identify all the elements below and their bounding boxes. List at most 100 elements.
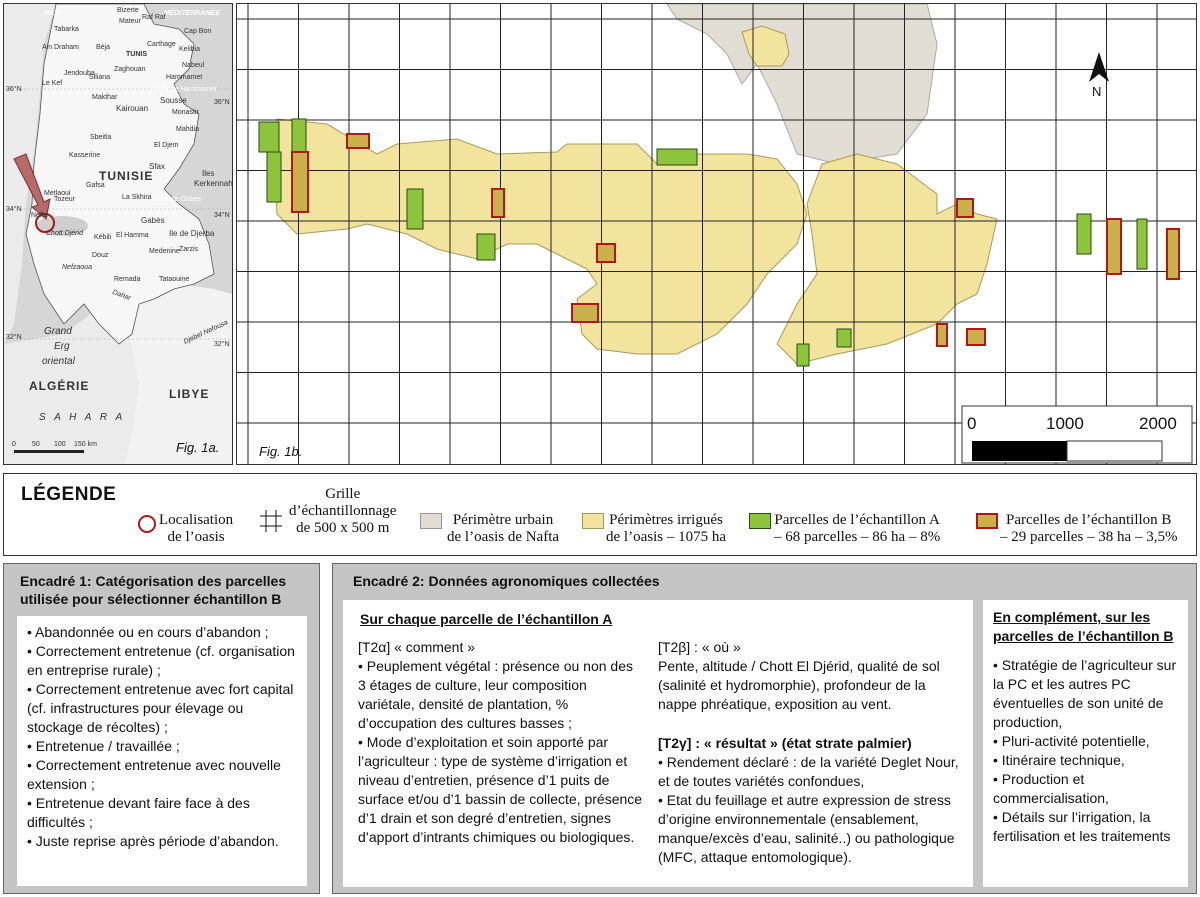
country-label: TUNISIE <box>99 169 154 183</box>
city-label: Medenine <box>149 248 180 255</box>
city-label: Nefta <box>31 212 48 219</box>
algeria-label: ALGÉRIE <box>29 379 90 393</box>
city-label: Siliana <box>89 74 111 81</box>
urban-perimeter <box>666 4 938 165</box>
legend-urban-line2: de l’oasis de Nafta <box>447 529 560 545</box>
t2a-item: • Mode d’exploitation et soin apporté pa… <box>358 734 643 845</box>
locator-scale-100: 100 <box>54 441 66 448</box>
gulf-gabes-label: Golfe de Gabès <box>152 196 202 203</box>
erg-label-1: Grand <box>44 326 72 337</box>
legend-irrigated-line2: de l’oasis – 1075 ha <box>606 529 726 545</box>
legend-sample-b-line2: – 29 parcelles – 38 ha – 3,5% <box>1000 529 1178 545</box>
legend-grid: Grille d’échantillonnage de 500 x 500 m <box>289 486 396 537</box>
locator-text-layer: MER MÉDITERRANÉE Bizerte Raf Raf Mateur … <box>4 4 233 464</box>
nefzaoua-label: Nefzaoua <box>62 264 92 271</box>
legend-sample-a: Parcelles de l’échantillon A – 68 parcel… <box>774 512 940 546</box>
erg-label-2: Erg <box>54 341 70 352</box>
sample-b-parcel <box>491 188 505 218</box>
t2g-item: • Rendement déclaré : de la variété Degl… <box>658 754 959 789</box>
box-2-sample-a: Sur chaque parcelle de l’échantillon A [… <box>343 600 973 887</box>
city-label: Kelibia <box>179 46 201 53</box>
map-scale-0: 0 <box>967 414 977 433</box>
city-label: TUNIS <box>126 51 147 58</box>
fig-1b-caption: Fig. 1b. <box>259 444 303 459</box>
box-1-title: Encadré 1: Catégorisation des parcelles … <box>20 572 286 608</box>
box-1-item: • Correctement entretenue (cf. organisat… <box>27 643 295 678</box>
sample-b-parcel <box>1106 218 1122 275</box>
kerkennah-label-2: Kerkennah <box>194 179 233 188</box>
legend-irrigated: Périmètres irrigués de l’oasis – 1075 ha <box>606 512 726 546</box>
map-scale-bar-white <box>1066 440 1163 462</box>
legend-localisation: Localisation de l’oasis <box>159 512 233 546</box>
city-label: Tozeur <box>54 196 76 203</box>
sample-a-parcel <box>836 328 852 348</box>
sample-a-parcel <box>796 343 810 367</box>
sample-b-swatch <box>976 513 998 529</box>
lat-32-right: 32°N <box>214 341 230 348</box>
legend-irrigated-line1: Périmètres irrigués <box>609 512 723 528</box>
legend-grid-line2: d’échantillonnage <box>289 503 397 519</box>
t2a-item: • Peuplement végétal : présence ou non d… <box>358 658 633 731</box>
lat-32-left: 32°N <box>6 334 22 341</box>
city-label: Makthar <box>92 94 118 101</box>
sample-b-parcel <box>1166 228 1180 280</box>
box-1-item: • Entretenue devant faire face à des dif… <box>27 795 250 830</box>
sample-a-swatch <box>749 513 771 529</box>
locator-scale-0: 0 <box>12 441 16 448</box>
irrigated-swatch <box>582 513 604 529</box>
urban-swatch <box>420 513 442 529</box>
city-label: Zarzis <box>179 246 199 253</box>
lat-36-right: 36°N <box>214 99 230 106</box>
legend-localisation-line1: Localisation <box>159 512 234 528</box>
box-1-title-line2: utilisée pour sélectionner échantillon B <box>20 591 282 607</box>
city-label: Remada <box>114 276 141 283</box>
box-1-content: • Abandonnée ou en cours d’abandon ; • C… <box>17 616 307 886</box>
sample-a-heading: Sur chaque parcelle de l’échantillon A <box>360 611 613 627</box>
sample-a-parcel <box>1076 213 1092 255</box>
box-1-item: • Juste reprise après période d’abandon. <box>27 833 279 849</box>
legend-sample-b: Parcelles de l’échantillon B – 29 parcel… <box>1000 512 1177 546</box>
lat-34-right: 34°N <box>214 212 230 219</box>
sample-b-item: • Stratégie de l’agriculteur sur la PC e… <box>993 657 1177 730</box>
legend-urban-line1: Périmètre urbain <box>452 512 554 528</box>
city-label: Bizerte <box>117 7 139 14</box>
city-label: Tabarka <box>54 26 79 33</box>
sample-a-parcel <box>258 121 280 153</box>
djerba-label: Ile de Djerba <box>169 229 215 238</box>
legend-grid-line1: Grille <box>325 486 361 502</box>
map-scale-1000: 1000 <box>1046 414 1084 433</box>
city-label: Béja <box>96 44 111 51</box>
sample-b-item: • Production et commercialisation, <box>993 771 1109 806</box>
box-2-sample-b: En complément, sur les parcelles de l’éc… <box>983 600 1188 887</box>
sample-b-parcel <box>956 198 974 218</box>
city-label: Tataouine <box>159 276 190 283</box>
city-label: Raf Raf <box>142 14 166 21</box>
t2g-block: [T2γ] : « résultat » (état strate palmie… <box>658 734 963 867</box>
sahara-label: S A H A R A <box>39 412 126 423</box>
legend-sample-a-line1: Parcelles de l’échantillon A <box>774 512 940 528</box>
sample-b-item: • Itinéraire technique, <box>993 752 1125 768</box>
lat-36-left: 36°N <box>6 86 22 93</box>
dahar-label: Dahar <box>111 288 132 303</box>
locator-map: MER MÉDITERRANÉE Bizerte Raf Raf Mateur … <box>3 3 233 465</box>
sea-label-1: MER <box>44 10 60 17</box>
city-label: La Skhira <box>122 194 152 201</box>
box-1-title-line1: Encadré 1: Catégorisation des parcelles <box>20 573 287 589</box>
sample-b-heading: En complément, sur les parcelles de l’éc… <box>993 608 1178 646</box>
t2g-item: • Etat du feuillage et autre expression … <box>658 792 955 865</box>
sample-b-parcel <box>966 328 986 346</box>
city-label: Sousse <box>160 96 187 105</box>
city-label: Douz <box>92 252 109 259</box>
sample-a-parcel <box>656 148 698 166</box>
city-label: El Hamma <box>116 232 149 239</box>
city-label: Nabeul <box>182 62 205 69</box>
lat-34-left: 34°N <box>6 206 22 213</box>
city-label: Hammamet <box>166 74 203 81</box>
box-1-item: • Correctement entretenue avec fort capi… <box>27 681 294 735</box>
city-label: Gabès <box>141 216 165 225</box>
t2b-text: Pente, altitude / Chott El Djérid, quali… <box>658 658 940 712</box>
city-label: Carthage <box>147 41 176 48</box>
city-label: Mahdia <box>176 126 199 133</box>
map-scale-2000: 2000 <box>1139 414 1177 433</box>
city-label: Ain Draham <box>42 44 79 51</box>
